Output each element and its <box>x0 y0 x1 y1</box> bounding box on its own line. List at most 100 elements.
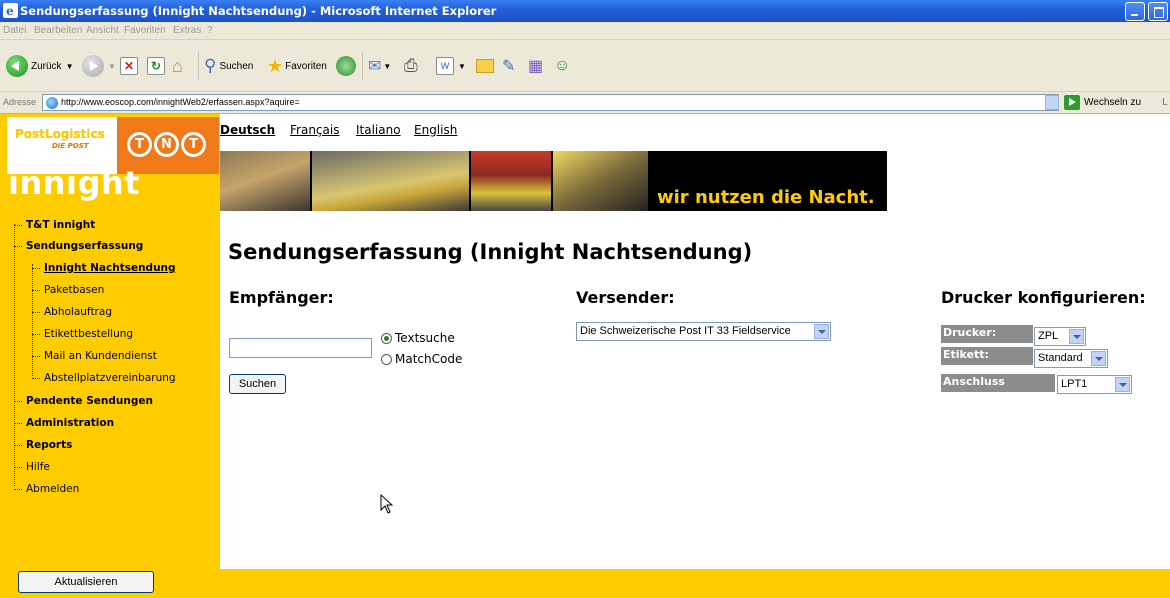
port-label: Anschluss <box>941 374 1055 392</box>
toolbar-separator <box>198 52 199 80</box>
banner-photo <box>471 151 551 211</box>
chevron-down-icon[interactable] <box>1069 329 1084 344</box>
menu-bearbeiten[interactable]: Bearbeiten <box>34 25 82 36</box>
chevron-down-icon[interactable] <box>814 324 829 339</box>
folder-button[interactable] <box>476 54 494 78</box>
menu-extras[interactable]: Extras <box>173 25 201 36</box>
menu-bar: Datei Bearbeiten Ansicht Favoriten Extra… <box>0 22 1170 40</box>
left-navigation: PostLogistics DIE POST T N T innight T&T… <box>0 114 220 598</box>
nav-abmelden[interactable]: Abmelden <box>14 483 79 497</box>
nav-innight-nachtsendung[interactable]: Innight Nachtsendung <box>32 262 176 276</box>
forward-button[interactable]: ▼ <box>82 54 116 78</box>
chevron-down-icon[interactable] <box>1115 377 1130 392</box>
search-label: Suchen <box>219 60 254 72</box>
lang-deutsch[interactable]: Deutsch <box>220 123 275 137</box>
nav-pendente-sendungen[interactable]: Pendente Sendungen <box>14 395 153 409</box>
menu-datei[interactable]: Datei <box>3 25 26 36</box>
sender-select[interactable]: Die Schweizerische Post IT 33 Fieldservi… <box>576 322 831 341</box>
window-title: Sendungserfassung (Innight Nachtsendung)… <box>20 4 497 18</box>
messenger-button[interactable]: ✎ <box>502 54 515 78</box>
refresh-icon: ↻ <box>147 57 165 75</box>
address-bar: Adresse http://www.eoscop.com/innightWeb… <box>0 92 1170 114</box>
history-icon <box>336 56 356 76</box>
printer-icon: ⎙ <box>404 56 418 75</box>
search-submit-button[interactable]: Suchen <box>229 374 286 394</box>
favorites-label: Favoriten <box>285 60 327 72</box>
chevron-down-icon: ▼ <box>383 61 392 71</box>
edit-button[interactable]: W ▼ <box>436 54 466 78</box>
stop-button[interactable]: ✕ <box>120 54 138 78</box>
recipient-search-input[interactable] <box>229 338 372 358</box>
history-button[interactable] <box>336 54 356 78</box>
mouse-cursor-icon <box>380 494 394 514</box>
go-button-label[interactable]: Wechseln zu <box>1084 97 1141 108</box>
home-icon: ⌂ <box>172 55 183 76</box>
radio-matchcode[interactable]: MatchCode <box>381 352 462 366</box>
diepost-text: DIE POST <box>52 142 89 150</box>
mail-button[interactable]: ✉ ▼ <box>368 54 391 78</box>
chevron-down-icon: ▼ <box>108 61 116 71</box>
page-title: Sendungserfassung (Innight Nachtsendung) <box>228 240 753 264</box>
home-button[interactable]: ⌂ <box>172 54 183 78</box>
nav-hilfe[interactable]: Hilfe <box>14 461 50 475</box>
search-icon: ⚲ <box>204 56 217 75</box>
menu-help[interactable]: ? <box>207 25 213 36</box>
radio-textsuche[interactable]: Textsuche <box>381 331 455 345</box>
printer-label: Drucker: <box>941 325 1033 343</box>
page-icon <box>46 97 58 109</box>
port-select[interactable]: LPT1 <box>1057 375 1132 394</box>
radio-unchecked-icon[interactable] <box>381 353 392 365</box>
links-label[interactable]: L <box>1162 97 1168 108</box>
back-button[interactable]: Zurück ▼ <box>6 54 73 78</box>
radio-checked-icon[interactable] <box>381 332 392 344</box>
refresh-button[interactable]: ↻ <box>147 54 165 78</box>
address-input[interactable]: http://www.eoscop.com/innightWeb2/erfass… <box>42 94 1059 111</box>
banner-slogan: wir nutzen die Nacht. <box>657 187 875 208</box>
nav-paketbasen[interactable]: Paketbasen <box>32 284 104 298</box>
lang-english[interactable]: English <box>414 123 457 137</box>
maximize-button[interactable] <box>1148 2 1168 21</box>
nav-administration[interactable]: Administration <box>14 417 114 431</box>
nav-tt-innight[interactable]: T&T innight <box>14 219 95 233</box>
label-type-select[interactable]: Standard <box>1034 349 1108 368</box>
messenger-icon: ✎ <box>502 58 516 75</box>
address-url: http://www.eoscop.com/innightWeb2/erfass… <box>61 97 300 107</box>
users-icon: ☺ <box>554 57 571 74</box>
sender-heading: Versender: <box>576 288 675 307</box>
chevron-down-icon[interactable] <box>1091 351 1106 366</box>
go-arrow-icon[interactable] <box>1064 95 1080 110</box>
bottom-band <box>220 569 1170 598</box>
lang-francais[interactable]: Français <box>290 123 339 137</box>
nav-abholauftrag[interactable]: Abholauftrag <box>32 306 112 320</box>
menu-ansicht[interactable]: Ansicht <box>86 25 119 36</box>
stop-icon: ✕ <box>120 57 138 75</box>
menu-favoriten[interactable]: Favoriten <box>124 25 166 36</box>
lang-italiano[interactable]: Italiano <box>356 123 401 137</box>
search-button[interactable]: ⚲ Suchen <box>204 54 253 78</box>
address-dropdown-button[interactable] <box>1045 95 1059 110</box>
nav-abstellplatzvereinbarung[interactable]: Abstellplatzvereinbarung <box>32 372 176 386</box>
banner-photo <box>220 151 310 211</box>
nav-sendungserfassung[interactable]: Sendungserfassung <box>14 240 143 254</box>
tnt-letter: N <box>154 132 179 157</box>
users-button[interactable]: ☺ <box>554 54 570 78</box>
refresh-page-button[interactable]: Aktualisieren <box>18 571 154 593</box>
toolbar-separator <box>362 52 363 80</box>
ie-icon: e <box>3 3 18 18</box>
printer-select-value: ZPL <box>1038 330 1059 342</box>
port-select-value: LPT1 <box>1061 378 1088 390</box>
postlogistics-logo: PostLogistics DIE POST <box>15 127 105 150</box>
word-icon: W <box>436 57 454 75</box>
print-button[interactable]: ⎙ <box>404 54 418 78</box>
printer-select[interactable]: ZPL <box>1034 327 1086 346</box>
favorites-button[interactable]: ★ Favoriten <box>267 54 327 78</box>
back-arrow-icon <box>6 55 28 77</box>
nav-mail-kundendienst[interactable]: Mail an Kundendienst <box>32 350 157 364</box>
minimize-button[interactable] <box>1125 2 1145 21</box>
research-button[interactable]: ▦ <box>528 54 543 78</box>
nav-etikettbestellung[interactable]: Etikettbestellung <box>32 328 133 342</box>
radio-textsuche-label: Textsuche <box>395 331 455 345</box>
tnt-letter: T <box>127 132 152 157</box>
svg-text:e: e <box>6 4 14 18</box>
nav-reports[interactable]: Reports <box>14 439 72 453</box>
